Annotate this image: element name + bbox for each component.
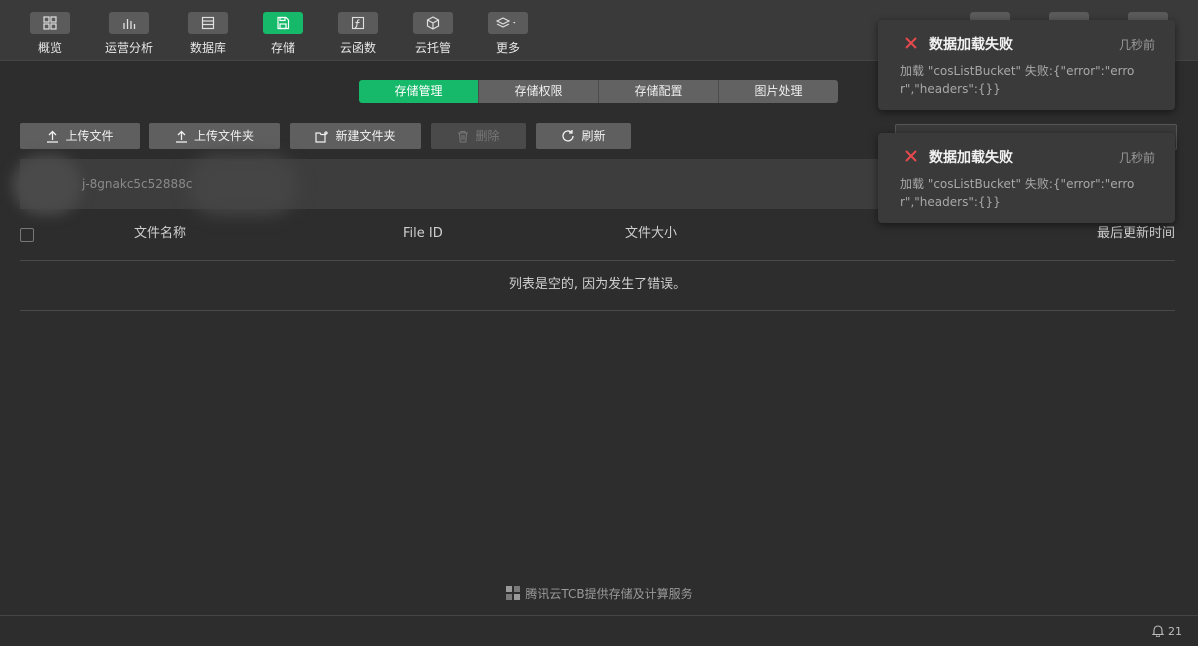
upload-file-button[interactable]: 上传文件	[20, 123, 140, 149]
column-last-updated[interactable]: 最后更新时间	[1097, 220, 1175, 248]
toolbar-analytics[interactable]: 运营分析	[99, 12, 159, 58]
bell-icon	[1151, 625, 1165, 638]
toolbar-label: 概览	[37, 41, 62, 55]
database-icon	[188, 12, 228, 34]
delete-label: 删除	[475, 129, 500, 143]
delete-button[interactable]: 删除	[431, 123, 526, 149]
toolbar-label: 更多	[495, 41, 520, 55]
bar-chart-icon	[109, 12, 149, 34]
toolbar-overview[interactable]: 概览	[20, 12, 80, 58]
toolbar-functions[interactable]: 云函数	[328, 12, 388, 58]
redacted-blur	[12, 155, 82, 215]
redacted-blur	[188, 155, 298, 215]
cube-icon	[413, 12, 453, 34]
trash-icon	[458, 130, 469, 143]
toolbar-hosting[interactable]: 云托管	[403, 12, 463, 58]
toast-time: 几秒前	[1118, 151, 1155, 165]
tab-storage-permissions[interactable]: 存储权限	[479, 80, 599, 103]
refresh-icon	[562, 130, 575, 142]
toast-message: 加载 "cosListBucket" 失败:{"error":"error","…	[900, 177, 1135, 209]
upload-icon	[175, 130, 187, 143]
toolbar-label: 云托管	[414, 41, 451, 55]
new-folder-label: 新建文件夹	[335, 129, 396, 143]
layers-icon	[488, 12, 528, 34]
upload-file-label: 上传文件	[65, 129, 114, 143]
toolbar-database[interactable]: 数据库	[178, 12, 238, 58]
new-folder-button[interactable]: 新建文件夹	[290, 123, 421, 149]
column-filename[interactable]: 文件名称	[134, 220, 186, 248]
upload-folder-label: 上传文件夹	[193, 129, 254, 143]
error-toast[interactable]: 数据加载失败 几秒前 加载 "cosListBucket" 失败:{"error…	[878, 20, 1175, 110]
footer-brand-text: 腾讯云TCB提供存储及计算服务	[525, 587, 693, 601]
select-all-checkbox[interactable]	[20, 228, 34, 242]
toast-title: 数据加载失败	[929, 150, 1013, 166]
column-file-id[interactable]: File ID	[403, 220, 443, 248]
upload-folder-button[interactable]: 上传文件夹	[149, 123, 280, 149]
footer-brand: 腾讯云TCB提供存储及计算服务	[0, 585, 1198, 602]
notification-count: 21	[1168, 625, 1182, 638]
toolbar-storage[interactable]: 存储	[253, 12, 313, 58]
toast-title: 数据加载失败	[929, 37, 1013, 53]
tab-image-processing[interactable]: 图片处理	[719, 80, 838, 103]
toolbar-label: 云函数	[339, 41, 376, 55]
table-header: 文件名称 File ID 文件大小 最后更新时间	[20, 220, 1175, 261]
refresh-label: 刷新	[581, 129, 606, 143]
function-icon	[338, 12, 378, 34]
empty-table-message: 列表是空的, 因为发生了错误。	[20, 260, 1175, 311]
notification-button[interactable]: 21	[1151, 624, 1182, 638]
tab-storage-management[interactable]: 存储管理	[359, 80, 479, 103]
tcb-logo-icon	[506, 586, 521, 600]
toolbar-label: 存储	[270, 41, 295, 55]
toast-message: 加载 "cosListBucket" 失败:{"error":"error","…	[900, 64, 1135, 96]
grid-icon	[30, 12, 70, 34]
error-x-icon	[905, 150, 917, 162]
error-x-icon	[905, 37, 917, 49]
column-file-size[interactable]: 文件大小	[625, 220, 677, 248]
upload-icon	[47, 130, 59, 143]
toolbar-label: 数据库	[189, 41, 226, 55]
toolbar-more[interactable]: 更多	[478, 12, 538, 58]
status-bar: 21	[0, 615, 1198, 646]
save-icon	[263, 12, 303, 34]
storage-tabs: 存储管理 存储权限 存储配置 图片处理	[359, 80, 838, 103]
new-folder-icon	[315, 131, 329, 143]
toast-time: 几秒前	[1118, 38, 1155, 52]
refresh-button[interactable]: 刷新	[536, 123, 631, 149]
tab-storage-config[interactable]: 存储配置	[599, 80, 719, 103]
toolbar-label: 运营分析	[104, 41, 153, 55]
error-toast[interactable]: 数据加载失败 几秒前 加载 "cosListBucket" 失败:{"error…	[878, 133, 1175, 223]
bucket-path[interactable]: j-8gnakc5c52888c	[82, 159, 192, 209]
